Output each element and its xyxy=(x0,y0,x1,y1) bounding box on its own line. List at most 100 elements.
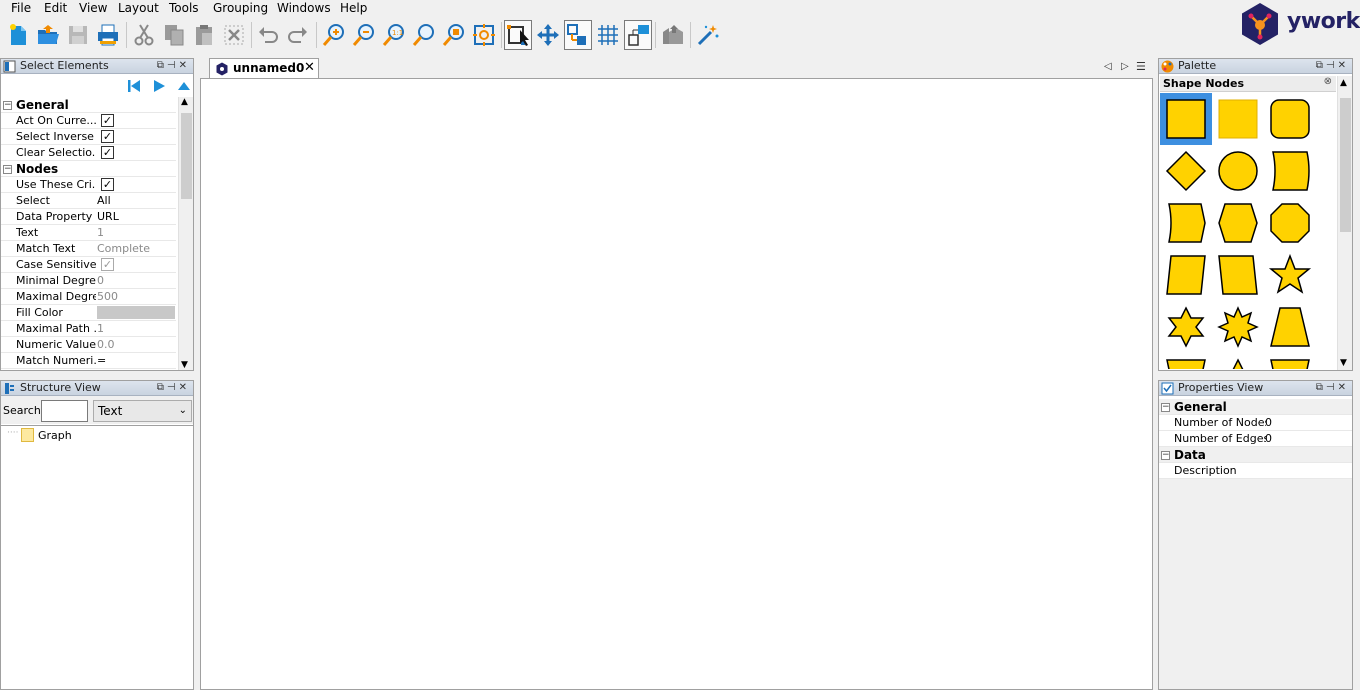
panel-window-controls[interactable]: ⧉⊣✕ xyxy=(157,59,190,73)
shape-hexagon[interactable] xyxy=(1212,197,1264,249)
property-value[interactable]: 1 xyxy=(97,322,175,335)
menu-layout[interactable]: Layout xyxy=(118,0,159,16)
menu-tools[interactable]: Tools xyxy=(169,0,199,16)
collapse-icon[interactable]: − xyxy=(1161,451,1170,460)
shape-trapezoid-inverted[interactable] xyxy=(1160,353,1212,369)
select-elements-scrollbar[interactable]: ▲ ▼ xyxy=(178,97,193,370)
collapse-icon[interactable]: − xyxy=(3,101,12,110)
copy-button[interactable] xyxy=(160,20,188,50)
search-input[interactable] xyxy=(41,400,88,422)
shape-trapezoid-inverted-2[interactable] xyxy=(1264,353,1316,369)
property-value[interactable]: 500 xyxy=(97,290,175,303)
shape-parallelogram-curved[interactable] xyxy=(1264,145,1316,197)
graph-canvas[interactable] xyxy=(200,78,1153,690)
snapping-button[interactable] xyxy=(624,20,652,50)
scroll-down-icon[interactable]: ▼ xyxy=(1340,358,1347,368)
section-general[interactable]: − General xyxy=(1,97,176,113)
shape-rectangle[interactable] xyxy=(1160,93,1212,145)
scroll-down-icon[interactable]: ▼ xyxy=(181,360,188,370)
menu-help[interactable]: Help xyxy=(340,0,367,16)
fill-color-swatch[interactable] xyxy=(97,306,175,319)
undo-button[interactable] xyxy=(254,20,282,50)
checkbox[interactable]: ✓ xyxy=(101,178,114,191)
first-icon[interactable] xyxy=(126,78,142,94)
shape-diamond[interactable] xyxy=(1160,145,1212,197)
collapse-icon[interactable]: − xyxy=(3,165,12,174)
property-value[interactable]: URL xyxy=(97,210,175,223)
collapse-section-icon[interactable]: ⊗ xyxy=(1324,76,1332,87)
port-mode-button[interactable] xyxy=(564,20,592,50)
edit-mode-button[interactable] xyxy=(504,20,532,50)
tab-unnamed0[interactable]: unnamed0 ✕ xyxy=(209,58,319,78)
panel-window-controls[interactable]: ⧉⊣✕ xyxy=(1316,59,1349,73)
menu-grouping[interactable]: Grouping xyxy=(213,0,268,16)
shape-star8[interactable] xyxy=(1212,301,1264,353)
zoom-out-button[interactable] xyxy=(350,20,378,50)
property-value[interactable]: All xyxy=(97,194,175,207)
zoom-area-button[interactable] xyxy=(440,20,468,50)
property-value[interactable]: 0 xyxy=(97,274,175,287)
menu-view[interactable]: View xyxy=(79,0,107,16)
checkbox[interactable]: ✓ xyxy=(101,130,114,143)
print-button[interactable] xyxy=(94,20,122,50)
shape-star5[interactable] xyxy=(1264,249,1316,301)
collapse-icon[interactable]: − xyxy=(1161,403,1170,412)
scrollbar-thumb[interactable] xyxy=(181,113,192,199)
palette-scrollbar[interactable]: ▲ ▼ xyxy=(1337,76,1352,370)
panel-window-controls[interactable]: ⧉⊣✕ xyxy=(157,381,190,395)
shape-ellipse[interactable] xyxy=(1212,145,1264,197)
menu-windows[interactable]: Windows xyxy=(277,0,331,16)
tab-list-icon[interactable]: ☰ xyxy=(1136,60,1146,73)
tree-item-graph[interactable]: ···· Graph xyxy=(5,428,185,444)
cut-button[interactable] xyxy=(130,20,158,50)
save-button[interactable] xyxy=(64,20,92,50)
zoom-original-button[interactable]: 1:1 xyxy=(380,20,408,50)
play-icon[interactable] xyxy=(151,78,167,94)
checkbox[interactable]: ✓ xyxy=(101,114,114,127)
search-field-select[interactable]: Text ⌄ xyxy=(93,400,192,422)
zoom-icon xyxy=(412,24,434,46)
move-mode-button[interactable] xyxy=(534,20,562,50)
delete-button[interactable] xyxy=(220,20,248,50)
shape-parallelogram[interactable] xyxy=(1160,249,1212,301)
paste-button[interactable] xyxy=(190,20,218,50)
property-row: Act On Curre... ✓ xyxy=(1,113,176,129)
zoom-fit-button[interactable] xyxy=(410,20,438,50)
new-document-button[interactable] xyxy=(4,20,32,50)
overview-button[interactable] xyxy=(659,20,687,50)
checkbox[interactable]: ✓ xyxy=(101,258,114,271)
section-data[interactable]: − Data xyxy=(1159,447,1352,463)
section-nodes[interactable]: − Nodes xyxy=(1,161,176,177)
collapse-up-icon[interactable] xyxy=(176,78,192,94)
property-value[interactable]: 0.0 xyxy=(97,338,175,351)
panel-window-controls[interactable]: ⧉⊣✕ xyxy=(1316,381,1349,395)
scroll-up-icon[interactable]: ▲ xyxy=(181,97,188,107)
property-value[interactable]: = xyxy=(97,354,175,367)
shape-octagon[interactable] xyxy=(1264,197,1316,249)
menu-file[interactable]: File xyxy=(11,0,31,16)
auto-layout-button[interactable] xyxy=(694,20,722,50)
shape-star6[interactable] xyxy=(1160,301,1212,353)
close-tab-icon[interactable]: ✕ xyxy=(304,60,315,75)
scroll-up-icon[interactable]: ▲ xyxy=(1340,78,1347,88)
menu-edit[interactable]: Edit xyxy=(44,0,67,16)
property-value[interactable]: 1 xyxy=(97,226,175,239)
section-general[interactable]: − General xyxy=(1159,399,1352,415)
tab-scroll-right-icon[interactable]: ▷ xyxy=(1121,61,1129,72)
shape-hexagon-curved[interactable] xyxy=(1160,197,1212,249)
fit-content-button[interactable] xyxy=(470,20,498,50)
property-value[interactable]: Complete xyxy=(97,242,175,255)
grid-button[interactable] xyxy=(594,20,622,50)
shape-triangle[interactable] xyxy=(1212,353,1264,369)
checkbox[interactable]: ✓ xyxy=(101,146,114,159)
shape-rectangle-plain[interactable] xyxy=(1212,93,1264,145)
tab-scroll-left-icon[interactable]: ◁ xyxy=(1104,61,1112,72)
shape-rounded-rectangle[interactable] xyxy=(1264,93,1316,145)
shape-trapezoid[interactable] xyxy=(1264,301,1316,353)
shape-trapezoid-right[interactable] xyxy=(1212,249,1264,301)
zoom-in-button[interactable] xyxy=(320,20,348,50)
redo-button[interactable] xyxy=(284,20,312,50)
palette-section-header[interactable]: Shape Nodes ⊗ xyxy=(1160,76,1336,92)
scrollbar-thumb[interactable] xyxy=(1340,98,1351,232)
open-button[interactable] xyxy=(34,20,62,50)
